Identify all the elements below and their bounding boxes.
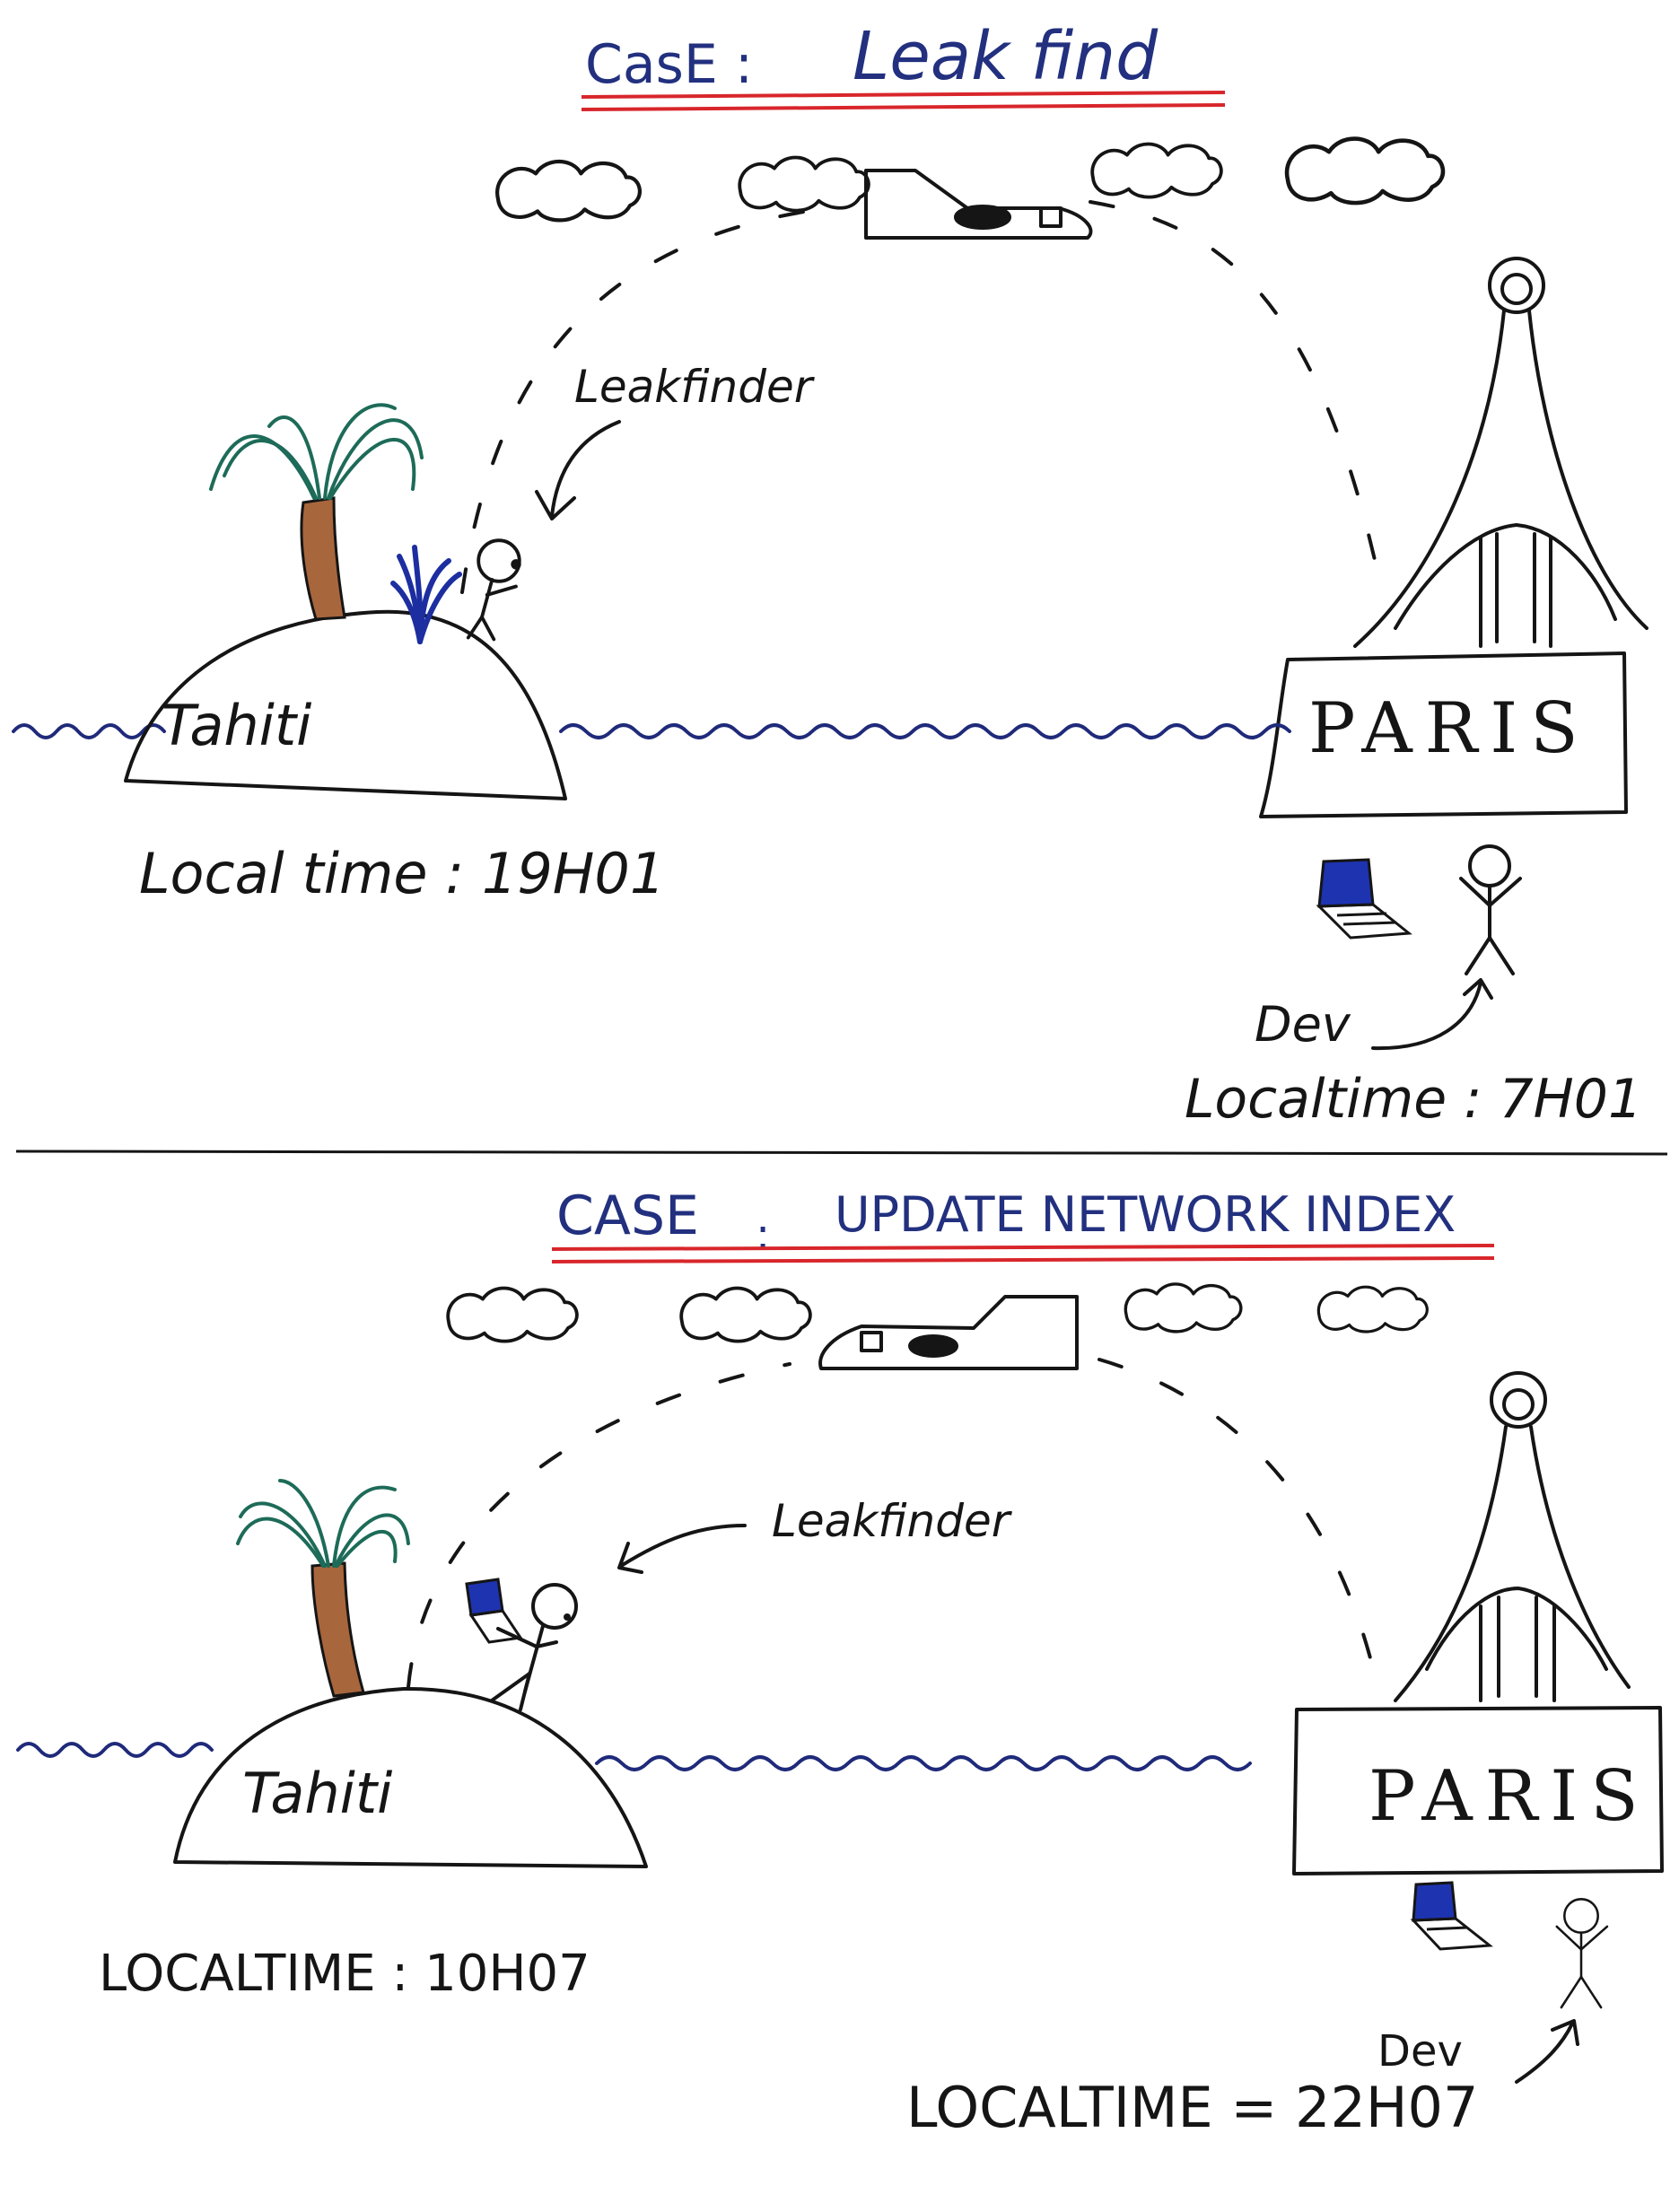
- palm-tree-icon: [209, 403, 424, 621]
- case1-tahiti-time: Local time : 19H01: [139, 841, 665, 906]
- case2-title-underline-2: [551, 1256, 1495, 1263]
- section-divider: [15, 1150, 1668, 1156]
- case2-title-separator: :: [756, 1210, 770, 1260]
- case1-island-label: Tahiti: [162, 693, 311, 758]
- eiffel-tower-icon: [1353, 257, 1648, 648]
- whiteboard-drawing: CasE : Leak find PARIS Tahiti Leakfinder…: [12, 18, 1668, 2140]
- case2-tahiti-time: LOCALTIME : 10H07: [99, 1945, 590, 2003]
- laptop-icon: [1410, 1881, 1493, 1951]
- laptop-icon: [465, 1578, 523, 1644]
- palm-tree-icon: [236, 1479, 410, 1698]
- dev-figure-icon: [1459, 844, 1522, 975]
- cloud-icon: [738, 155, 870, 213]
- case2-island-label: Tahiti: [242, 1761, 392, 1826]
- dev-arrow: [1371, 978, 1493, 1051]
- case1-title-underline-2: [581, 103, 1226, 111]
- cloud-icon: [679, 1286, 812, 1343]
- airplane-icon: [818, 1295, 1079, 1370]
- case1-title-prefix: CasE :: [585, 33, 753, 96]
- case1-paris-time: Localtime : 7H01: [1185, 1068, 1642, 1131]
- dev-figure-icon: [1555, 1898, 1609, 2009]
- leakfinder-figure-icon: [466, 538, 521, 642]
- airplane-icon: [864, 169, 1093, 240]
- case2-dev-label: Dev: [1377, 2026, 1463, 2076]
- case2-city-label: PARIS: [1369, 1756, 1651, 1837]
- water-right: [559, 723, 1291, 739]
- case2-leakfinder-label: Leakfinder: [772, 1495, 1013, 1547]
- case1-title-name: Leak find: [853, 18, 1159, 95]
- dev-arrow: [1515, 2019, 1579, 2084]
- case1-dev-label: Dev: [1255, 996, 1351, 1053]
- cloud-icon: [1090, 142, 1223, 199]
- water-right: [595, 1755, 1252, 1771]
- laptop-icon: [1316, 858, 1412, 940]
- case2-panel: CASE : UPDATE NETWORK INDEX PARIS Tahiti…: [16, 1185, 1664, 2140]
- case2-paris-time: LOCALTIME = 22H07: [906, 2075, 1478, 2140]
- eiffel-tower-icon: [1394, 1371, 1631, 1702]
- leakfinder-arrow: [535, 420, 621, 520]
- case1-panel: CasE : Leak find PARIS Tahiti Leakfinder…: [12, 18, 1648, 1131]
- case1-leakfinder-label: Leakfinder: [574, 361, 816, 413]
- leakfinder-figure-icon: [490, 1583, 578, 1711]
- case1-city-label: PARIS: [1308, 688, 1591, 769]
- case2-title-prefix: CASE: [556, 1185, 699, 1247]
- water-left: [16, 1742, 214, 1758]
- cloud-icon: [1287, 139, 1443, 204]
- water-leak-icon: [390, 545, 462, 644]
- cloud-icon: [1124, 1282, 1243, 1333]
- cloud-icon: [1316, 1285, 1429, 1333]
- leakfinder-arrow: [617, 1524, 747, 1574]
- cloud-icon: [446, 1286, 579, 1343]
- cloud-icon: [497, 162, 640, 220]
- case2-title-name: UPDATE NETWORK INDEX: [835, 1186, 1456, 1243]
